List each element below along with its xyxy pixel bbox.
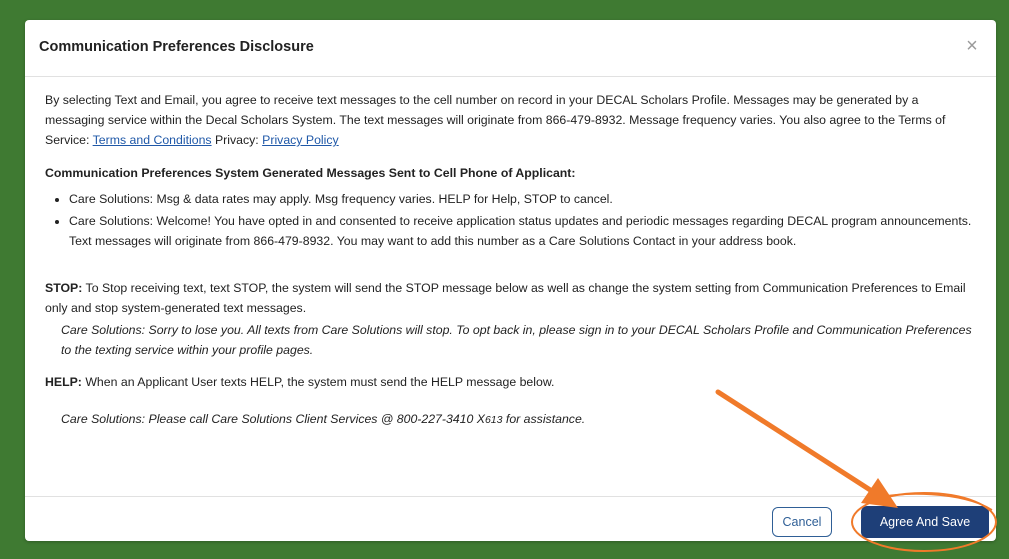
help-text: When an Applicant User texts HELP, the s…: [81, 375, 555, 389]
communication-preferences-dialog: Communication Preferences Disclosure × B…: [25, 20, 996, 541]
help-message-text: Care Solutions: Please call Care Solutio…: [61, 412, 485, 426]
dialog-header: Communication Preferences Disclosure ×: [25, 20, 996, 77]
dialog-footer: Cancel Agree And Save: [25, 496, 996, 541]
terms-and-conditions-link[interactable]: Terms and Conditions: [93, 133, 212, 147]
dialog-body: By selecting Text and Email, you agree t…: [45, 90, 978, 430]
agree-and-save-button[interactable]: Agree And Save: [861, 506, 989, 538]
privacy-policy-link[interactable]: Privacy Policy: [262, 133, 339, 147]
help-message: Care Solutions: Please call Care Solutio…: [45, 409, 978, 430]
help-message-end: for assistance.: [502, 412, 586, 426]
list-item: Care Solutions: Welcome! You have opted …: [69, 211, 978, 251]
message-list: Care Solutions: Msg & data rates may app…: [45, 189, 978, 251]
privacy-label: Privacy:: [211, 133, 263, 147]
list-item: Care Solutions: Msg & data rates may app…: [69, 189, 978, 209]
help-label: HELP:: [45, 375, 82, 389]
section-heading: Communication Preferences System Generat…: [45, 166, 576, 180]
help-paragraph: HELP: When an Applicant User texts HELP,…: [45, 372, 978, 392]
help-extension: 613: [484, 414, 503, 426]
stop-text: To Stop receiving text, text STOP, the s…: [45, 281, 966, 315]
intro-paragraph: By selecting Text and Email, you agree t…: [45, 90, 978, 150]
stop-paragraph: STOP: To Stop receiving text, text STOP,…: [45, 278, 978, 318]
close-icon[interactable]: ×: [960, 34, 984, 58]
stop-message: Care Solutions: Sorry to lose you. All t…: [61, 323, 972, 357]
dialog-title: Communication Preferences Disclosure: [39, 39, 314, 55]
stop-label: STOP:: [45, 281, 83, 295]
cancel-button[interactable]: Cancel: [772, 507, 832, 537]
